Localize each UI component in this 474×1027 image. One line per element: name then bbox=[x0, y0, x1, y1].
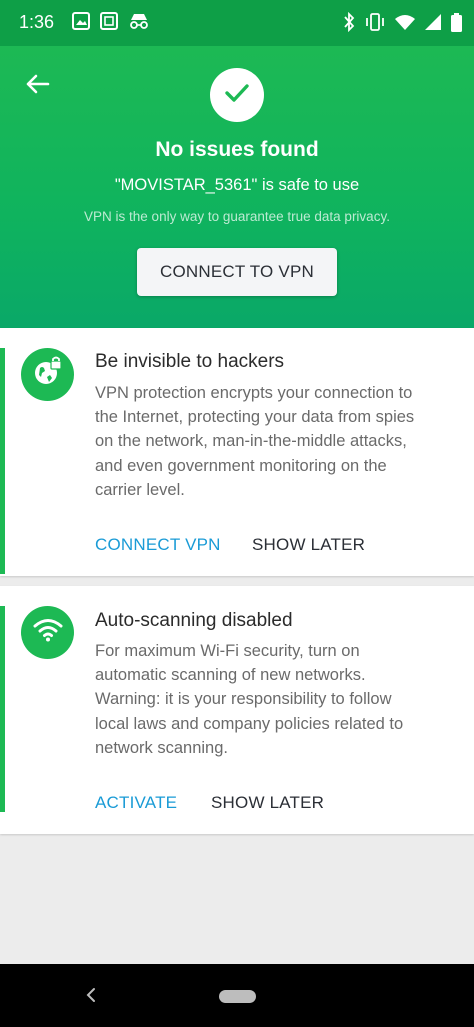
network-status: "MOVISTAR_5361" is safe to use bbox=[114, 176, 360, 194]
activate-button[interactable]: ACTIVATE bbox=[95, 793, 177, 813]
nav-back-icon[interactable] bbox=[84, 986, 98, 1009]
status-bar: 1:36 bbox=[0, 0, 474, 46]
card-description: VPN protection encrypts your connection … bbox=[95, 381, 465, 502]
wifi-icon bbox=[33, 618, 63, 647]
screenshot-icon bbox=[100, 12, 118, 30]
card-icon bbox=[21, 606, 74, 659]
result-title: No issues found bbox=[155, 138, 319, 161]
back-arrow-icon bbox=[22, 74, 54, 104]
show-later-button[interactable]: SHOW LATER bbox=[211, 793, 324, 813]
vibrate-icon bbox=[365, 13, 385, 31]
card-icon bbox=[21, 348, 74, 401]
globe-lock-icon bbox=[32, 356, 64, 393]
battery-icon bbox=[451, 12, 462, 32]
system-nav-bar bbox=[0, 964, 474, 1027]
status-time: 1:36 bbox=[19, 12, 55, 32]
back-button[interactable] bbox=[22, 68, 54, 100]
nav-home-pill[interactable] bbox=[219, 990, 256, 1003]
card-description-line: on the network, man-in-the-middle attack… bbox=[95, 432, 407, 451]
vpn-privacy-note: VPN is the only way to guarantee true da… bbox=[84, 209, 390, 224]
card-description-line: and even government monitoring on the bbox=[95, 456, 387, 475]
card-description: For maximum Wi-Fi security, turn on auto… bbox=[95, 639, 465, 760]
card-description-line: network scanning. bbox=[95, 738, 228, 757]
checkmark-icon bbox=[222, 78, 252, 113]
card-description-line: For maximum Wi-Fi security, turn on bbox=[95, 642, 360, 660]
card-invisible-to-hackers: Be invisible to hackers VPN protection e… bbox=[0, 328, 474, 576]
card-description-line: VPN protection encrypts your connection … bbox=[95, 384, 413, 402]
scan-result-header: No issues found "MOVISTAR_5361" is safe … bbox=[0, 46, 474, 328]
card-auto-scanning: Auto-scanning disabled For maximum Wi-Fi… bbox=[0, 586, 474, 834]
card-title: Be invisible to hackers bbox=[95, 351, 285, 372]
card-title: Auto-scanning disabled bbox=[95, 610, 293, 631]
card-description-line: carrier level. bbox=[95, 480, 185, 499]
wifi-icon bbox=[395, 14, 415, 30]
bluetooth-icon bbox=[343, 12, 355, 32]
connect-vpn-button[interactable]: CONNECT VPN bbox=[95, 535, 221, 555]
card-description-line: Warning: it is your responsibility to fo… bbox=[95, 690, 392, 709]
connect-to-vpn-button[interactable]: CONNECT TO VPN bbox=[137, 248, 337, 296]
card-accent-bar bbox=[0, 348, 5, 574]
card-description-line: automatic scanning of new networks. bbox=[95, 666, 366, 685]
card-description-line: local laws and company policies related … bbox=[95, 714, 404, 733]
success-badge bbox=[210, 68, 264, 122]
show-later-button[interactable]: SHOW LATER bbox=[252, 535, 365, 555]
gallery-icon bbox=[72, 12, 90, 30]
incognito-icon bbox=[128, 12, 150, 30]
card-description-line: the Internet, protecting your data from … bbox=[95, 408, 415, 427]
card-accent-bar bbox=[0, 606, 5, 812]
signal-icon bbox=[425, 14, 441, 30]
